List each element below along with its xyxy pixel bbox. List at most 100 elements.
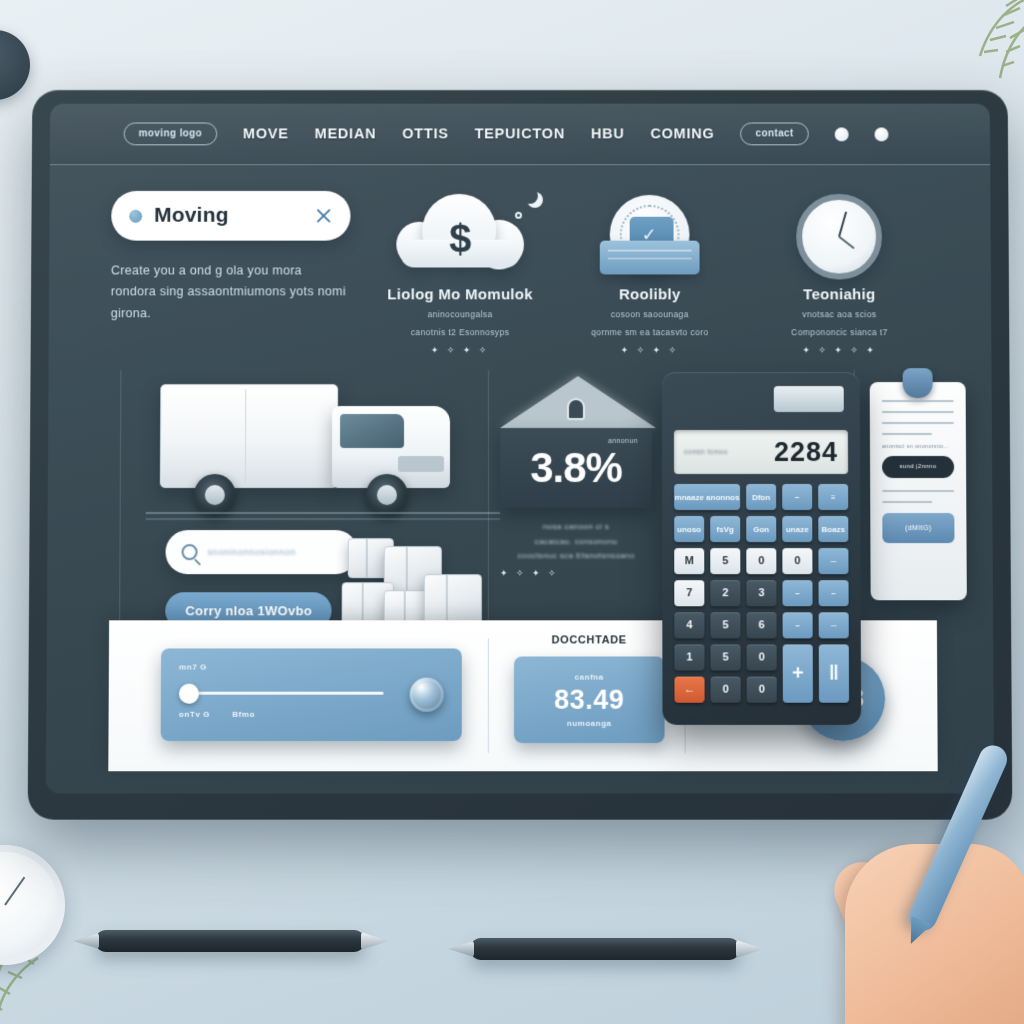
calc-key-0c[interactable]: 0 [746,644,777,671]
calc-key-minus-2[interactable]: − [818,580,849,607]
slider-knob[interactable] [178,683,200,704]
calc-key-fn-2[interactable]: Dfon [746,484,777,511]
feature-title-1: Liolog Mo Momulok [387,286,533,304]
slider-track[interactable] [184,691,384,695]
calc-key-5a[interactable]: 5 [710,548,741,575]
metric-sub-bottom: numoanga [566,718,612,728]
calc-key-minus-top[interactable]: ─ [818,548,849,575]
solar-panel [773,386,844,413]
calc-key-clear[interactable]: ← [674,676,705,704]
calc-key-plus[interactable]: + [782,644,813,704]
clipboard-clamp-icon [902,368,933,399]
pen-icon [470,938,740,960]
calc-key-r2-4[interactable]: unaze [782,516,813,543]
hand-with-stylus [784,740,1024,1024]
calc-key-equals[interactable]: ‖ [818,644,850,704]
house-stat-card[interactable]: annonun 3.8% nosa canoon ci s cacaicau. … [500,376,656,578]
feature-card-2[interactable]: Roolibly cosoon saoounaga qornme sm ea t… [560,191,740,357]
calc-key-r2-1[interactable]: unoso [674,516,705,543]
feature-title-3: Teoniahig [803,286,876,304]
calc-key-5b[interactable]: 5 [710,644,741,671]
calc-key-fn-1[interactable]: mnaaze anonnos [674,484,741,511]
hero-description: Create you a ond g ola you mora rondora … [110,263,346,320]
nav-link-tepuicton[interactable]: TEPUICTON [475,126,565,142]
form-line [881,411,954,414]
slider-card[interactable]: mn7 G onTv G Bfmo [160,648,462,742]
search-icon [181,544,198,561]
calculator-keypad: mnaaze anonnos Dfon − ≡ unoso fsVg Gon u… [674,484,850,704]
calc-key-m[interactable]: M [674,548,705,575]
feature-sub-3a: vnotsac aoa scios [802,309,877,320]
feature-rating-1: ✦ ✧ ✦ ✧ [430,345,490,356]
calc-key-0d[interactable]: 0 [710,676,741,704]
feature-sub-2a: cosoon saoounaga [610,309,689,320]
nav-link-hbu[interactable]: HBU [591,126,625,142]
calc-key-7[interactable]: 7 [674,580,705,607]
metric-title: DOCCHTADE [551,634,627,647]
form-line [882,490,955,493]
search-tag-pill[interactable]: Moving [111,190,351,241]
slider-control[interactable] [178,677,444,712]
form-line [882,501,933,504]
metric-card[interactable]: canfna 83.49 numoanga [513,656,665,744]
nav-action-pill[interactable]: contact [740,122,809,146]
calc-key-0a[interactable]: 0 [746,548,777,575]
nav-link-ottis[interactable]: OTTIS [402,126,449,142]
top-navigation-bar: moving logo MOVE MEDIAN OTTIS TEPUICTON … [49,103,991,166]
nav-logo-pill[interactable]: moving logo [123,122,218,146]
feature-sub-2b: qornme sm ea tacasvto coro [591,327,709,338]
feature-rating-3: ✦ ✧ ✦ ✧ ✦ [802,345,877,356]
calc-key-0e[interactable]: 0 [746,676,777,704]
house-percent-value: 3.8% [530,444,622,492]
calculator-widget[interactable]: consn tonou 2284 mnaaze anonnos Dfon − ≡… [661,372,862,726]
calc-key-fn-3[interactable]: − [782,484,813,511]
calc-key-5[interactable]: 5 [710,612,741,639]
clipboard-caption: anontsci sn onononnio... [881,444,949,451]
nav-indicator-dot-1[interactable] [834,126,849,141]
feature-sub-1b: canotnis t2 Esonnosyps [410,327,510,338]
hero-section: Moving Create you a ond g ola you mora r… [49,165,992,356]
calc-key-4[interactable]: 4 [674,612,705,639]
panel-divider-1 [487,638,489,754]
slider-label-2: Bfmo [232,709,256,719]
calc-key-6[interactable]: 6 [746,612,777,639]
close-icon[interactable] [315,207,333,225]
form-line [881,433,933,436]
dial-knob[interactable] [409,677,444,712]
calc-key-minus-1[interactable]: − [782,580,813,607]
mid-section: snoninonnosionnon Corry nloa 1WOvbo anno… [47,368,993,726]
search-input[interactable]: snoninonnosionnon [165,530,358,575]
column-divider-mid [487,370,490,639]
search-bullet-icon [129,209,143,223]
cardboard-box [423,574,482,627]
nav-link-move[interactable]: MOVE [243,126,289,142]
clipboard-form-card[interactable]: anontsci sn onononnio... sund j2nnno (dM… [869,368,967,601]
search-input-placeholder: snoninonnosionnon [207,547,297,558]
feature-card-3[interactable]: Teoniahig vnotsac aoa scios Compononcic … [749,191,929,357]
nav-link-coming[interactable]: COMING [650,126,714,142]
calc-key-minus-3[interactable]: − [782,612,813,639]
calc-key-r2-3[interactable]: Gon [746,516,777,543]
calc-key-r2-5[interactable]: Boazs [818,516,849,543]
cloud-dollar-icon: $ [370,191,550,282]
calc-key-divide[interactable]: ─ [818,612,849,639]
calc-key-3[interactable]: 3 [746,580,777,607]
hero-left-column: Moving Create you a ond g ola you mora r… [110,190,351,357]
clipboard-dark-button[interactable]: sund j2nnno [882,456,955,479]
clock-icon [749,191,929,282]
nav-indicator-dot-2[interactable] [874,126,889,141]
feature-sub-3b: Compononcic sianca t7 [791,327,888,338]
calc-key-fn-4[interactable]: ≡ [818,484,849,511]
house-line-1: nosa canoon ci s [542,522,610,532]
calc-key-2[interactable]: 2 [710,580,741,607]
clipboard-blue-button[interactable]: (dMItG) [882,513,955,544]
dark-clock-icon [0,30,30,100]
nav-link-median[interactable]: MEDIAN [315,126,377,142]
calc-key-1[interactable]: 1 [674,644,705,671]
calc-key-r2-2[interactable]: fsVg [710,516,741,543]
house-window-icon [566,398,585,421]
calc-key-0b[interactable]: 0 [782,548,813,575]
feature-card-1[interactable]: $ Liolog Mo Momulok aninocoungalsa canot… [370,191,550,357]
feature-sub-1a: aninocoungalsa [427,309,493,320]
house-tag: annonun [607,438,638,446]
